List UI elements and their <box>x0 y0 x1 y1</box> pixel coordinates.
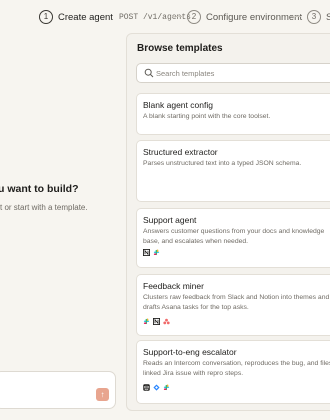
intercom-icon <box>143 384 150 391</box>
notion-icon <box>143 249 150 256</box>
integration-icons <box>143 249 160 256</box>
step-configure-environment[interactable]: 2 Configure environment <box>187 9 302 25</box>
stepper: 1 Create agent POST /v1/agents 2 Configu… <box>0 0 330 32</box>
step-number: 2 <box>187 10 201 24</box>
template-name: Support-to-eng escalator <box>143 347 237 357</box>
slack-icon <box>143 318 150 325</box>
slack-icon <box>163 384 170 391</box>
hero-title: u want to build? <box>0 183 79 195</box>
step-number: 1 <box>39 10 53 24</box>
arrow-up-icon: ↑ <box>100 390 105 399</box>
slack-icon <box>153 249 160 256</box>
step-endpoint: POST /v1/agents <box>118 12 191 22</box>
step-connector <box>291 16 301 17</box>
jira-icon <box>153 384 160 391</box>
send-button[interactable]: ↑ <box>96 388 109 401</box>
template-description: Clusters raw feedback from Slack and Not… <box>143 294 330 311</box>
asana-icon <box>163 318 170 325</box>
prompt-input[interactable]: ↑ <box>0 371 116 409</box>
step-connector <box>172 16 182 17</box>
template-card-support-agent[interactable]: Support agent Answers customer questions… <box>136 208 330 268</box>
template-name: Structured extractor <box>143 147 218 157</box>
template-card-support-to-eng-escalator[interactable]: Support-to-eng escalator Reads an Interc… <box>136 340 330 404</box>
hero-subtitle: t or start with a template. <box>0 203 88 212</box>
template-description: Answers customer questions from your doc… <box>143 228 325 245</box>
template-name: Blank agent config <box>143 100 213 110</box>
step-number: 3 <box>307 10 321 24</box>
panel-title: Browse templates <box>137 43 223 54</box>
template-name: Support agent <box>143 215 197 225</box>
template-description: Reads an Intercom conversation, reproduc… <box>143 360 330 377</box>
template-description: Parses unstructured text into a typed JS… <box>143 160 302 167</box>
step-third[interactable]: 3 St <box>307 9 330 25</box>
integration-icons <box>143 318 170 325</box>
notion-icon <box>153 318 160 325</box>
template-card-structured-extractor[interactable]: Structured extractor Parses unstructured… <box>136 140 330 202</box>
templates-panel: Browse templates Blank agent config A bl… <box>126 33 330 411</box>
step-label: St <box>326 11 330 23</box>
template-name: Feedback miner <box>143 281 204 291</box>
integration-icons <box>143 384 170 391</box>
template-description: A blank starting point with the core too… <box>143 113 271 120</box>
step-create-agent[interactable]: 1 Create agent POST /v1/agents <box>39 9 191 25</box>
step-label: Configure environment <box>206 11 303 23</box>
search-input[interactable] <box>156 64 330 82</box>
template-card-blank-agent-config[interactable]: Blank agent config A blank starting poin… <box>136 93 330 135</box>
search-icon <box>144 68 154 78</box>
step-label: Create agent <box>58 11 113 23</box>
search-field[interactable] <box>136 63 330 83</box>
template-card-feedback-miner[interactable]: Feedback miner Clusters raw feedback fro… <box>136 274 330 336</box>
